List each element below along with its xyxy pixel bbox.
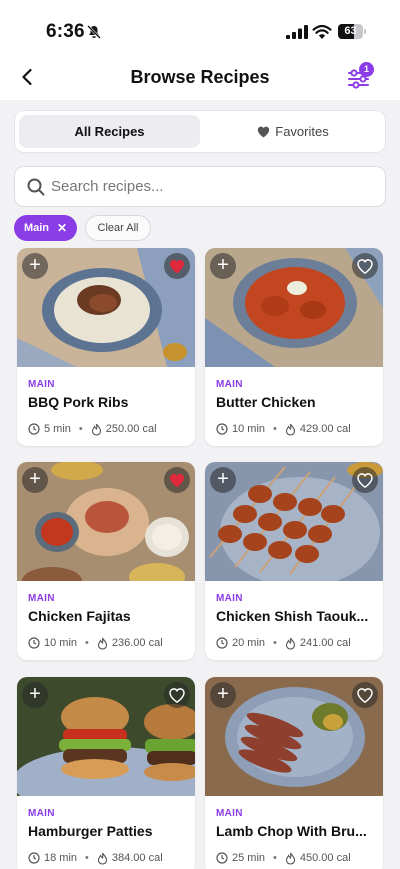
flame-icon	[97, 637, 107, 650]
filter-count-badge: 1	[359, 62, 374, 77]
recipe-category: MAIN	[216, 808, 243, 819]
meta-separator: •	[85, 637, 89, 649]
favorite-button[interactable]	[352, 682, 378, 708]
recipe-calories: 450.00 cal	[299, 852, 351, 864]
add-button[interactable]: +	[22, 467, 48, 493]
recipe-card[interactable]: + MAIN Chicken Fajitas 10 min • 236.00 c…	[17, 462, 195, 660]
recipe-calories: 384.00 cal	[111, 852, 163, 864]
favorite-button[interactable]	[164, 682, 190, 708]
recipe-calories: 236.00 cal	[111, 637, 163, 649]
recipe-meta: 18 min • 384.00 cal	[28, 851, 163, 865]
status-time: 6:36	[46, 21, 85, 42]
recipe-time: 20 min	[232, 637, 266, 649]
tab-all-recipes[interactable]: All Recipes	[19, 115, 200, 148]
favorite-button[interactable]	[352, 253, 378, 279]
recipe-category: MAIN	[216, 379, 243, 390]
add-button[interactable]: +	[22, 253, 48, 279]
meta-separator: •	[85, 852, 89, 864]
add-button[interactable]: +	[210, 467, 236, 493]
recipe-category: MAIN	[28, 808, 55, 819]
add-button[interactable]: +	[210, 682, 236, 708]
active-filter-chip[interactable]: Main ✕	[14, 215, 77, 241]
recipe-name: Lamb Chop With Bru...	[216, 823, 367, 839]
battery-icon: 63	[338, 24, 366, 39]
recipe-card[interactable]: + MAIN BBQ Pork Ribs 5 min • 250.00 cal	[17, 248, 195, 446]
recipe-category: MAIN	[28, 593, 55, 604]
recipe-card[interactable]: + MAIN Chicken Shish Taouk... 20 min • 2…	[205, 462, 383, 660]
clock-icon	[28, 423, 40, 435]
recipe-calories: 250.00 cal	[105, 423, 157, 435]
tab-all-recipes-label: All Recipes	[74, 124, 145, 139]
recipe-category: MAIN	[216, 593, 243, 604]
cell-signal-icon	[286, 25, 308, 39]
clock-icon	[216, 852, 228, 864]
recipe-time: 10 min	[232, 423, 266, 435]
recipe-time: 18 min	[44, 852, 78, 864]
search-field[interactable]	[14, 166, 386, 207]
recipe-meta: 25 min • 450.00 cal	[216, 851, 351, 865]
clock-icon	[216, 423, 228, 435]
heart-outline-icon	[169, 687, 185, 703]
battery-level: 63	[344, 25, 357, 37]
clock-icon	[28, 637, 40, 649]
search-input[interactable]	[51, 178, 351, 195]
recipe-meta: 20 min • 241.00 cal	[216, 636, 351, 650]
add-button[interactable]: +	[22, 682, 48, 708]
meta-separator: •	[273, 852, 277, 864]
heart-filled-icon	[170, 259, 184, 273]
heart-outline-icon	[357, 472, 373, 488]
recipe-category: MAIN	[28, 379, 55, 390]
flame-icon	[285, 637, 295, 650]
heart-icon	[258, 126, 270, 137]
meta-separator: •	[273, 423, 277, 435]
favorite-button[interactable]	[352, 467, 378, 493]
meta-separator: •	[273, 637, 277, 649]
recipe-time: 10 min	[44, 637, 78, 649]
clear-all-label: Clear All	[97, 222, 139, 234]
recipe-meta: 10 min • 429.00 cal	[216, 422, 351, 436]
recipe-name: Chicken Shish Taouk...	[216, 608, 369, 624]
heart-filled-icon	[170, 473, 184, 487]
search-icon	[27, 178, 45, 195]
recipe-name: Butter Chicken	[216, 394, 316, 410]
recipe-card[interactable]: + MAIN Lamb Chop With Bru... 25 min • 45…	[205, 677, 383, 869]
favorite-button[interactable]	[164, 467, 190, 493]
recipe-meta: 10 min • 236.00 cal	[28, 636, 163, 650]
recipe-time: 25 min	[232, 852, 266, 864]
close-icon[interactable]: ✕	[57, 221, 67, 235]
recipe-card[interactable]: + MAIN Butter Chicken 10 min • 429.00 ca…	[205, 248, 383, 446]
meta-separator: •	[78, 423, 83, 435]
active-filter-label: Main	[23, 222, 49, 234]
clock-icon	[28, 852, 40, 864]
recipe-name: Chicken Fajitas	[28, 608, 131, 624]
page-title: Browse Recipes	[130, 67, 270, 87]
favorite-button[interactable]	[164, 253, 190, 279]
recipe-segmented-control: All Recipes Favorites	[14, 110, 386, 153]
clock-icon	[216, 637, 228, 649]
clear-all-button[interactable]: Clear All	[85, 215, 151, 241]
top-bar: 6:36 63 Browse Recipes 1	[0, 0, 400, 100]
add-button[interactable]: +	[210, 253, 236, 279]
recipe-calories: 429.00 cal	[299, 423, 351, 435]
tab-favorites[interactable]: Favorites	[204, 115, 382, 148]
recipe-name: BBQ Pork Ribs	[28, 394, 129, 410]
tab-favorites-label: Favorites	[275, 124, 329, 139]
flame-icon	[97, 852, 107, 865]
recipe-calories: 241.00 cal	[299, 637, 351, 649]
recipe-card[interactable]: + MAIN Hamburger Patties 18 min • 384.00…	[17, 677, 195, 869]
wifi-icon	[312, 24, 332, 39]
recipe-meta: 5 min • 250.00 cal	[28, 422, 157, 436]
heart-outline-icon	[357, 687, 373, 703]
recipe-time: 5 min	[44, 423, 71, 435]
heart-outline-icon	[357, 258, 373, 274]
flame-icon	[285, 852, 295, 865]
flame-icon	[91, 423, 101, 436]
recipe-name: Hamburger Patties	[28, 823, 153, 839]
flame-icon	[285, 423, 295, 436]
navigation-bar: Browse Recipes 1	[0, 58, 400, 98]
bell-muted-icon	[87, 25, 101, 39]
status-bar: 6:36 63	[0, 0, 400, 62]
